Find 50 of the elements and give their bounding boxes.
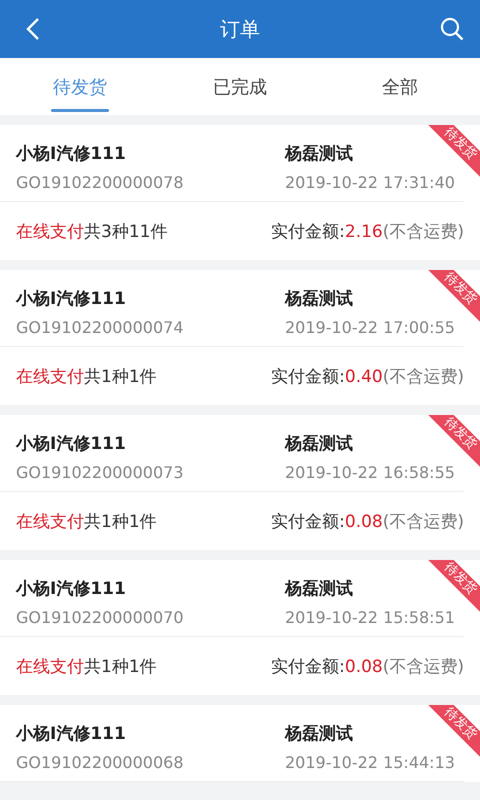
shipping-note: (不含运费)	[382, 222, 464, 242]
customer-name: 杨磊测试	[285, 578, 353, 600]
item-count: 共1种1件	[84, 656, 157, 676]
amount-value: 0.40	[344, 366, 383, 386]
shop-name: 小杨I汽修111	[16, 578, 127, 600]
item-count: 共1种1件	[84, 512, 157, 532]
order-number: GO19102200000074	[16, 318, 185, 336]
customer-name: 杨磊测试	[285, 288, 353, 310]
order-time: 2019-10-22 17:00:55	[285, 318, 455, 336]
order-time: 2019-10-22 15:58:51	[285, 608, 455, 626]
page-title: 订单	[220, 16, 260, 42]
back-icon[interactable]	[26, 17, 40, 41]
order-time: 2019-10-22 15:44:13	[285, 752, 455, 772]
amount-label: 实付金额:	[271, 656, 345, 676]
order-time: 2019-10-22 17:31:40	[285, 172, 455, 192]
tab[interactable]: 已完成	[160, 58, 320, 115]
order-card[interactable]: 待发货 小杨I汽修111 杨磊测试 GO19102200000068 2019-10-22 15:44:13	[0, 705, 480, 782]
amount-value: 2.16	[344, 222, 383, 242]
payment-method: 在线支付	[16, 366, 84, 386]
order-number: GO19102200000068	[16, 752, 185, 772]
shipping-note: (不含运费)	[382, 366, 464, 386]
order-number: GO19102200000070	[16, 608, 185, 626]
shop-name: 小杨I汽修111	[16, 142, 127, 164]
order-card[interactable]: 待发货 小杨I汽修111 杨磊测试 GO19102200000070 2019-10-22 15:58:51 在线支付共1种1件 实付金额:0.08(不含运费)	[0, 560, 480, 695]
amount-value: 0.08	[344, 512, 383, 532]
amount-label: 实付金额:	[271, 366, 345, 386]
shop-name: 小杨I汽修111	[16, 432, 127, 454]
item-count: 共3种11件	[84, 222, 168, 242]
order-number: GO19102200000078	[16, 172, 185, 192]
order-number: GO19102200000073	[16, 462, 185, 482]
tab[interactable]: 全部	[320, 58, 480, 115]
search-icon[interactable]	[440, 17, 464, 41]
item-count: 共1种1件	[84, 366, 157, 386]
order-card[interactable]: 待发货 小杨I汽修111 杨磊测试 GO19102200000074 2019-10-22 17:00:55 在线支付共1种1件 实付金额:0.40(不含运费)	[0, 270, 480, 405]
order-card[interactable]: 待发货 小杨I汽修111 杨磊测试 GO19102200000078 2019-10-22 17:31:40 在线支付共3种11件 实付金额:2.16(不含运费)	[0, 125, 480, 260]
order-card[interactable]: 待发货 小杨I汽修111 杨磊测试 GO19102200000073 2019-10-22 16:58:55 在线支付共1种1件 实付金额:0.08(不含运费)	[0, 415, 480, 550]
payment-method: 在线支付	[16, 656, 84, 676]
shop-name: 小杨I汽修111	[16, 288, 127, 310]
amount-label: 实付金额:	[271, 222, 345, 242]
customer-name: 杨磊测试	[285, 722, 353, 744]
shop-name: 小杨I汽修111	[16, 722, 127, 744]
shipping-note: (不含运费)	[382, 656, 464, 676]
order-time: 2019-10-22 16:58:55	[285, 462, 455, 482]
shipping-note: (不含运费)	[382, 512, 464, 532]
customer-name: 杨磊测试	[285, 142, 353, 164]
customer-name: 杨磊测试	[285, 432, 353, 454]
payment-method: 在线支付	[16, 222, 84, 242]
amount-label: 实付金额:	[271, 512, 345, 532]
payment-method: 在线支付	[16, 512, 84, 532]
amount-value: 0.08	[344, 656, 383, 676]
